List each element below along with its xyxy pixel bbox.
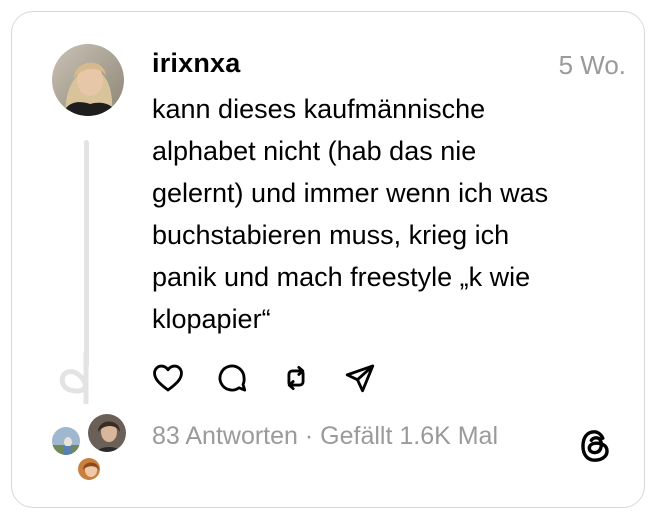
thread-line: [84, 140, 89, 368]
repost-button[interactable]: [278, 360, 314, 396]
heart-icon: [153, 364, 183, 392]
like-button[interactable]: [150, 360, 186, 396]
reply-avatar[interactable]: [76, 456, 102, 482]
author-avatar[interactable]: [52, 44, 124, 116]
comment-icon: [218, 364, 247, 392]
repost-icon: [287, 365, 305, 391]
thread-loop-icon: [59, 352, 89, 404]
reply-avatar[interactable]: [50, 425, 82, 457]
share-icon: [345, 364, 375, 393]
author-username[interactable]: irixnxa: [152, 48, 240, 79]
post-stats[interactable]: 83 Antworten · Gefällt 1.6K Mal: [152, 422, 498, 451]
threads-logo-icon: [581, 430, 609, 462]
post-timestamp: 5 Wo.: [558, 50, 626, 80]
reply-avatar[interactable]: [86, 412, 128, 454]
post-actions: [150, 360, 378, 396]
post-text: kann dieses kaufmännische alphabet nicht…: [152, 94, 549, 334]
share-button[interactable]: [342, 360, 378, 396]
comment-button[interactable]: [214, 360, 250, 396]
